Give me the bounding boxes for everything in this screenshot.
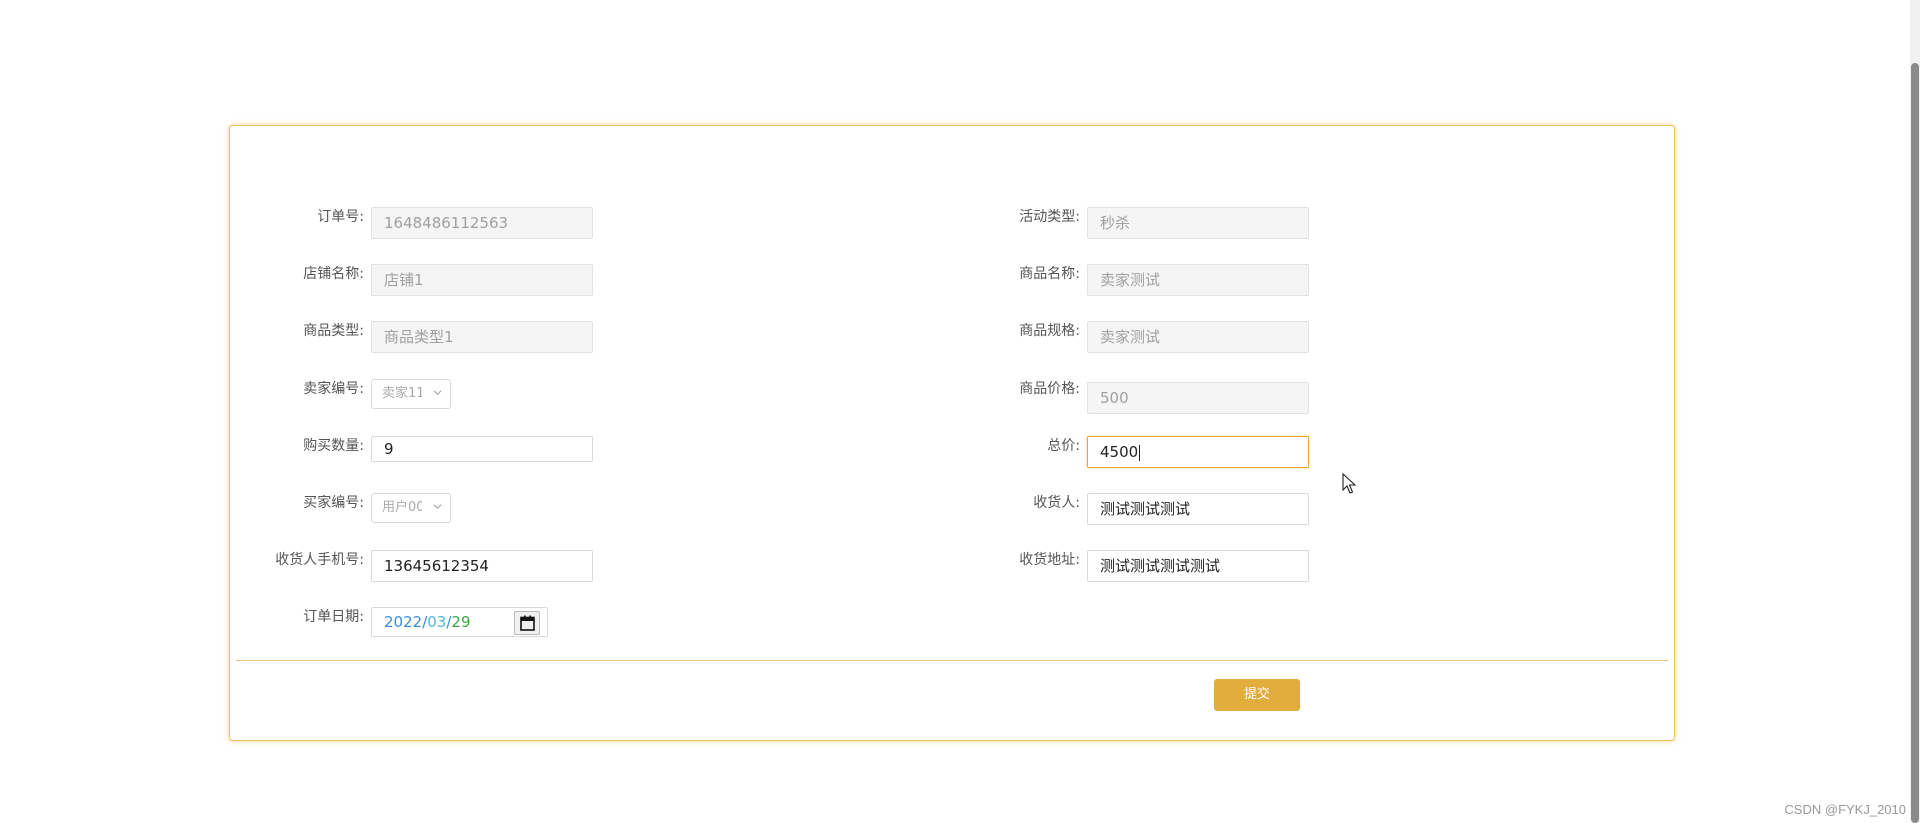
chevron-down-icon <box>433 390 442 396</box>
buyer-no-select[interactable]: 用户00 <box>371 493 451 523</box>
receiver-label: 收货人: <box>1033 495 1080 511</box>
scrollbar-thumb[interactable] <box>1911 63 1919 823</box>
watermark: CSDN @FYKJ_2010 <box>1784 802 1906 817</box>
order-no-input[interactable]: 1648486112563 <box>371 207 593 239</box>
calendar-picker-button[interactable] <box>514 611 540 635</box>
page-scrollbar[interactable] <box>1910 0 1920 823</box>
product-name-input[interactable]: 卖家测试 <box>1087 264 1309 296</box>
receiver-input[interactable]: 测试测试测试 <box>1087 493 1309 525</box>
chevron-down-icon <box>433 504 442 510</box>
footer-divider <box>236 660 1668 661</box>
seller-no-select[interactable]: 卖家11 <box>371 379 451 409</box>
quantity-label: 购买数量: <box>303 438 364 454</box>
receiver-phone-label: 收货人手机号: <box>275 552 364 568</box>
date-year[interactable]: 2022 <box>384 613 422 631</box>
order-date-label: 订单日期: <box>303 609 364 625</box>
quantity-input[interactable]: 9 <box>371 436 593 462</box>
total-price-input[interactable]: 4500 <box>1087 436 1309 468</box>
activity-type-input[interactable]: 秒杀 <box>1087 207 1309 239</box>
activity-type-label: 活动类型: <box>1019 209 1080 225</box>
calendar-icon <box>520 615 535 631</box>
order-form-panel: 订单号: 1648486112563 活动类型: 秒杀 店铺名称: 店铺1 商品… <box>229 125 1675 741</box>
product-type-label: 商品类型: <box>303 323 364 339</box>
order-date-input[interactable]: 2022/03/29 <box>371 607 548 637</box>
address-label: 收货地址: <box>1019 552 1080 568</box>
product-price-label: 商品价格: <box>1019 381 1080 397</box>
submit-button[interactable]: 提交 <box>1214 679 1300 711</box>
date-month[interactable]: 03 <box>427 613 446 631</box>
buyer-no-value: 用户00 <box>382 500 422 515</box>
order-no-label: 订单号: <box>317 209 364 225</box>
mouse-cursor-icon <box>1342 473 1356 494</box>
product-spec-label: 商品规格: <box>1019 323 1080 339</box>
shop-name-label: 店铺名称: <box>303 266 364 282</box>
text-caret <box>1139 444 1141 461</box>
date-day[interactable]: 29 <box>451 613 470 631</box>
total-price-label: 总价: <box>1047 438 1080 454</box>
product-spec-input[interactable]: 卖家测试 <box>1087 321 1309 353</box>
product-price-input[interactable]: 500 <box>1087 382 1309 414</box>
seller-no-label: 卖家编号: <box>303 381 364 397</box>
product-type-input[interactable]: 商品类型1 <box>371 321 593 353</box>
shop-name-input[interactable]: 店铺1 <box>371 264 593 296</box>
total-price-value: 4500 <box>1100 443 1139 461</box>
receiver-phone-input[interactable]: 13645612354 <box>371 550 593 582</box>
address-input[interactable]: 测试测试测试测试 <box>1087 550 1309 582</box>
product-name-label: 商品名称: <box>1019 266 1080 282</box>
buyer-no-label: 买家编号: <box>303 495 364 511</box>
seller-no-value: 卖家11 <box>382 386 422 401</box>
